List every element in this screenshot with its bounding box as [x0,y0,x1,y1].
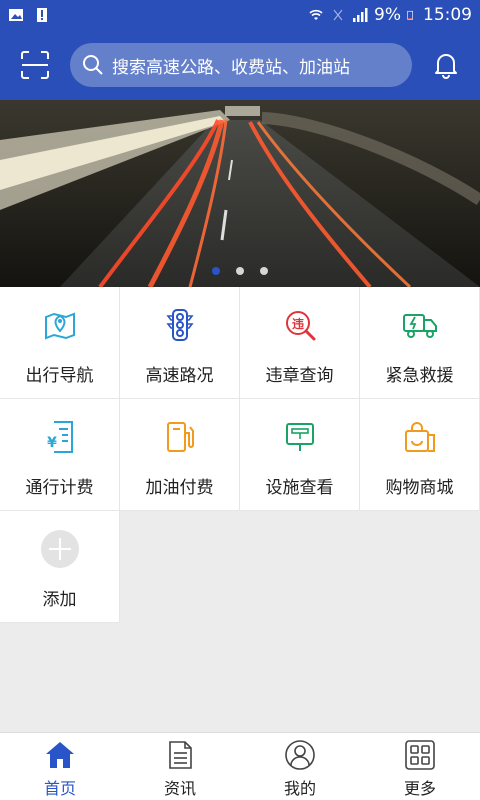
feature-fuel[interactable]: 加油付费 [120,399,240,511]
search-icon [83,55,103,75]
home-icon [46,742,74,768]
add-icon [40,530,79,568]
feature-traffic[interactable]: 高速路况 [120,287,240,399]
map-pin-icon [44,312,75,340]
user-icon [285,740,315,770]
toll-receipt-icon: ¥ [47,421,73,453]
status-bar: 9% 15:09 [0,0,480,30]
tab-label: 我的 [283,779,316,798]
fuel-pump-icon [166,422,194,452]
clock: 15:09 [423,5,472,25]
search-input[interactable]: 搜索高速公路、收费站、加油站 [70,43,412,87]
feature-rescue[interactable]: 紧急救援 [360,287,480,399]
svg-text:违: 违 [291,316,303,331]
scan-button[interactable] [0,30,70,100]
tab-label: 更多 [403,779,436,798]
banner-carousel[interactable] [0,100,480,287]
signal-icon [353,8,368,22]
feature-label: 购物商城 [385,478,454,498]
scan-icon [21,51,49,79]
carousel-dot[interactable] [260,267,268,275]
feature-label: 违章查询 [265,366,334,386]
traffic-light-icon [165,309,194,341]
violation-search-icon: 违 [285,311,315,341]
bottom-tab-bar: 首页 资讯 我的 更多 [0,732,480,800]
carousel-dot[interactable] [236,267,244,275]
tab-label: 首页 [43,779,76,798]
image-notification-icon [9,9,23,21]
feature-label: 加油付费 [145,478,214,498]
top-header: 搜索高速公路、收费站、加油站 [0,30,480,100]
rescue-truck-icon [402,314,437,338]
carousel-indicator [0,267,480,275]
tab-mine[interactable]: 我的 [240,733,360,800]
tab-news[interactable]: 资讯 [120,733,240,800]
feature-label: 添加 [42,590,77,610]
feature-label: 通行计费 [25,478,94,498]
feature-label: 出行导航 [25,366,94,386]
search-placeholder: 搜索高速公路、收费站、加油站 [112,57,350,78]
feature-toll[interactable]: ¥ 通行计费 [0,399,120,511]
wifi-icon [309,9,323,20]
tab-label: 资讯 [163,779,196,798]
feature-violation[interactable]: 违 违章查询 [240,287,360,399]
battery-percent: 9% [374,5,401,25]
facility-sign-icon [285,423,314,451]
feature-add[interactable]: 添加 [0,511,120,623]
grid-more-icon [405,740,435,770]
feature-grid: 出行导航 高速路况 违 违章查询 紧急救援 ¥ 通行计费 加油付费 设施查看 购… [0,287,480,623]
svg-text:¥: ¥ [47,435,57,451]
bell-icon [435,54,457,79]
tab-more[interactable]: 更多 [360,733,480,800]
battery-icon [407,10,413,20]
highway-night-image [0,100,480,287]
alert-notification-icon [37,8,47,22]
feature-label: 设施查看 [265,478,334,498]
tab-home[interactable]: 首页 [0,733,120,800]
news-icon [169,741,192,769]
feature-navigation[interactable]: 出行导航 [0,287,120,399]
carousel-dot[interactable] [212,267,220,275]
notification-button[interactable] [412,30,480,100]
feature-shopping[interactable]: 购物商城 [360,399,480,511]
feature-facility[interactable]: 设施查看 [240,399,360,511]
shopping-bag-icon [404,422,435,452]
feature-label: 高速路况 [145,366,214,386]
feature-label: 紧急救援 [385,366,454,386]
data-off-icon [333,9,343,21]
